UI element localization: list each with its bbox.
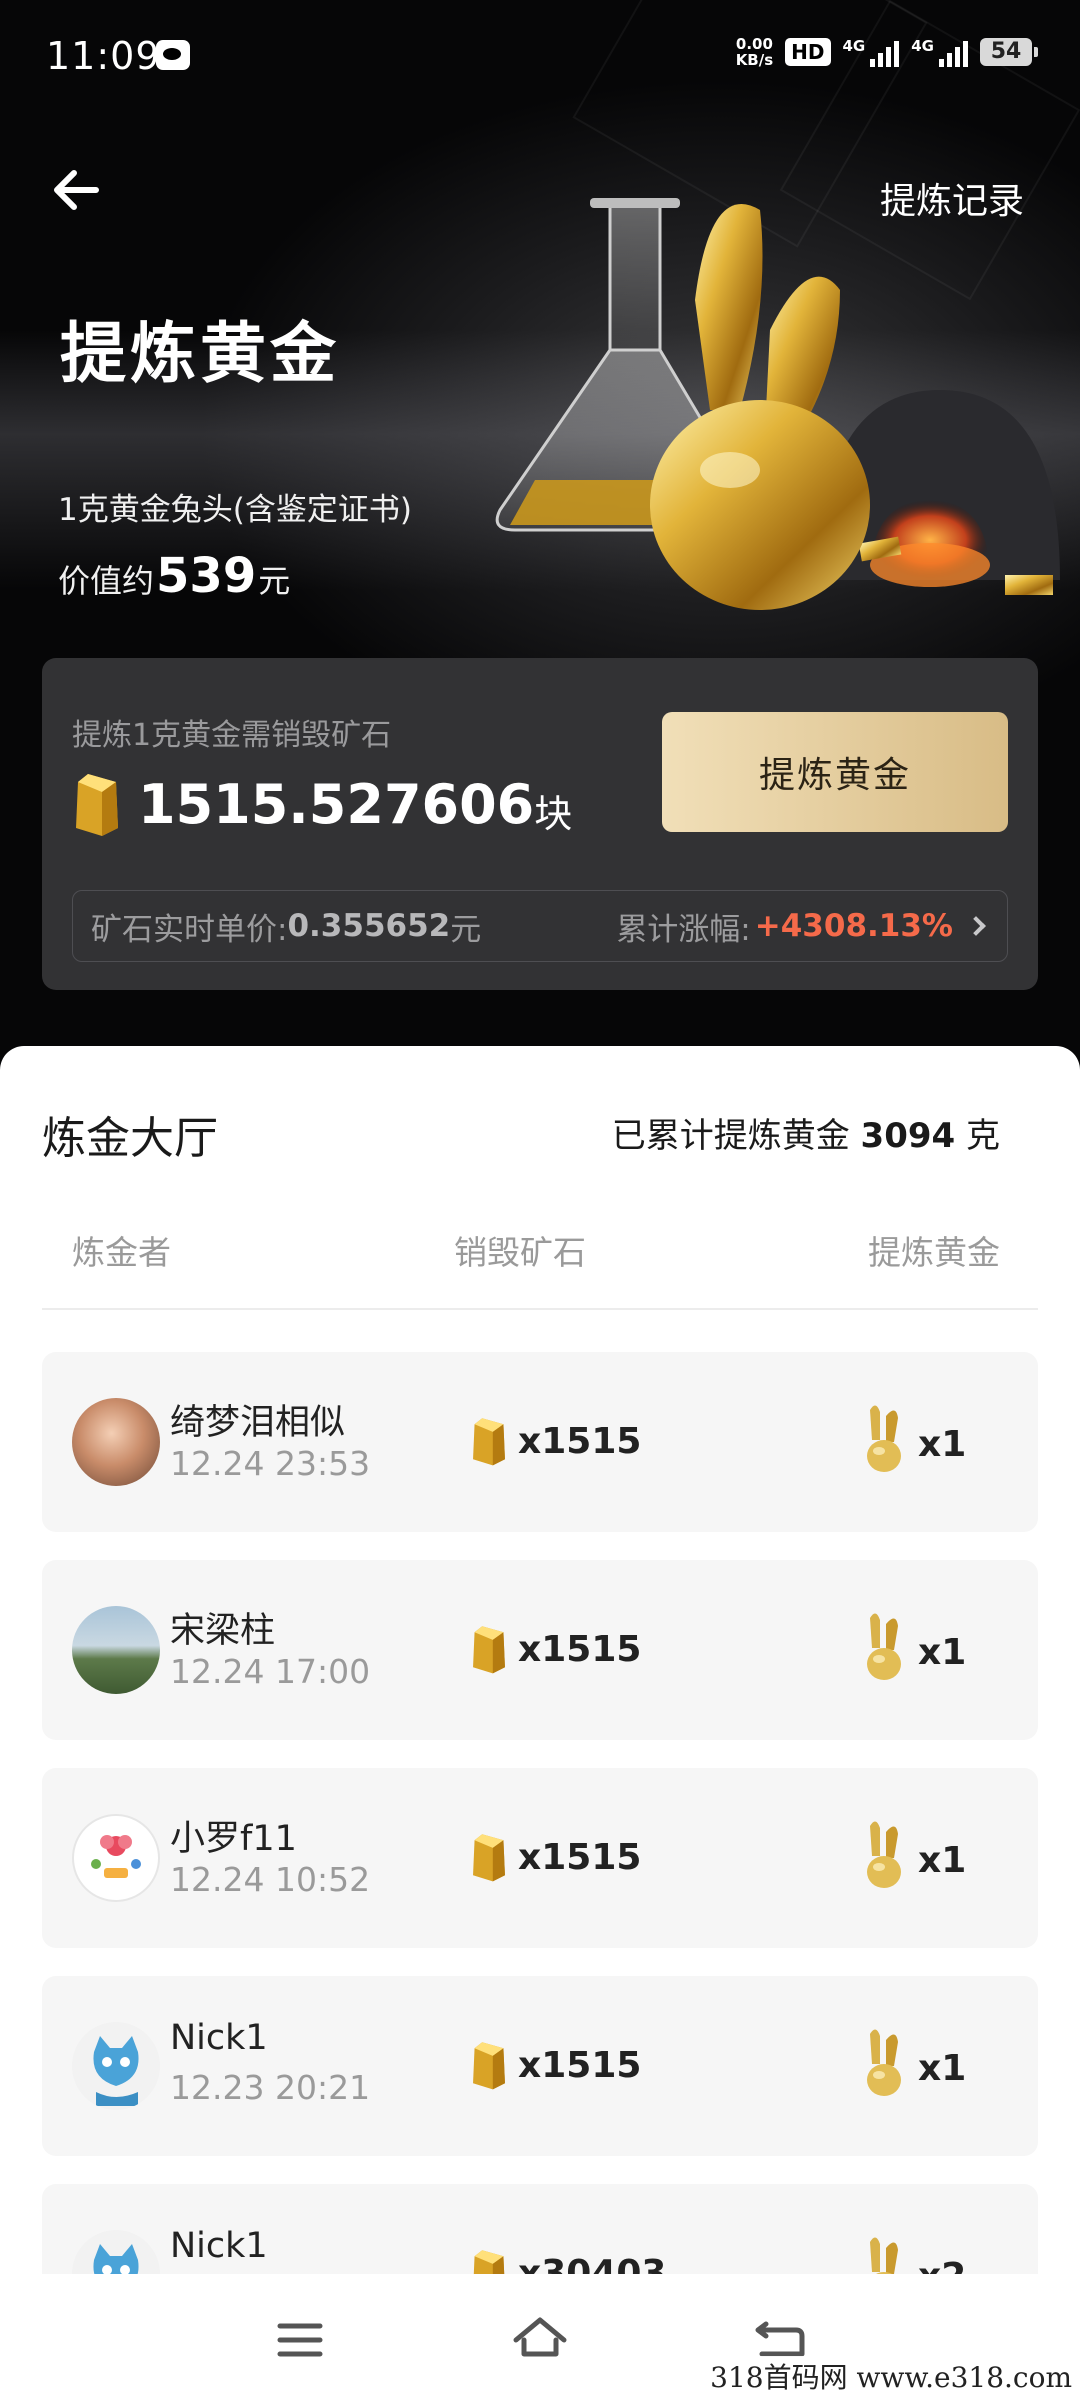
refine-time: 12.24 23:53 (170, 1444, 371, 1483)
system-nav-bar: 318首码网 www.e318.com (0, 2274, 1080, 2400)
ore-count: x1515 (518, 1836, 642, 1878)
refine-time: 12.24 10:52 (170, 1860, 371, 1899)
ore-count: x1515 (518, 1420, 642, 1462)
hero-banner: 11:09 0.00 KB/s HD 4G 4G 54 提炼记录 提炼黄金 1克… (0, 0, 1080, 1080)
status-time: 11:09 (46, 34, 161, 78)
gold-rabbit-icon (867, 1821, 901, 1888)
watermark: 318首码网 www.e318.com (710, 2356, 1072, 2396)
status-right: 0.00 KB/s HD 4G 4G 54 (736, 36, 1038, 68)
refiner-name: Nick1 (170, 2226, 268, 2266)
ore-cell: x1515 (470, 2038, 641, 2092)
value-prefix: 价值约 (58, 562, 155, 600)
table-row[interactable]: Nick1 12.23 20:21 x1515 x1 (42, 1976, 1038, 2156)
avatar (72, 2022, 160, 2110)
notification-icon (156, 40, 190, 70)
gain-label: 累计涨幅: (616, 911, 751, 948)
ore-amount: 1515.527606 (138, 772, 535, 836)
ore-cell: x1515 (470, 1622, 641, 1676)
signal-icon: 4G (911, 37, 968, 67)
refine-card: 提炼1克黄金需销毁矿石 1515.527606 块 提炼黄金 矿石实时单价: 0… (42, 658, 1038, 990)
table-row[interactable]: 小罗f11 12.24 10:52 x1515 x1 (42, 1768, 1038, 1948)
total-prefix: 已累计提炼黄金 (611, 1116, 850, 1156)
nav-home-button[interactable] (510, 2310, 570, 2370)
signal-icon: 4G (843, 37, 900, 67)
table-row[interactable]: 宋梁柱 12.24 17:00 x1515 x1 (42, 1560, 1038, 1740)
total-unit: 克 (966, 1116, 1000, 1156)
avatar (72, 1398, 160, 1486)
hd-badge: HD (785, 38, 831, 66)
total-value: 3094 (860, 1116, 956, 1156)
gain-value: +4308.13% (754, 908, 953, 944)
product-name: 1克黄金兔头(含鉴定证书) (58, 492, 412, 528)
requirement-label: 提炼1克黄金需销毁矿石 (72, 718, 392, 753)
ore-crystal-icon (76, 774, 118, 836)
gold-cell: x1 (862, 1402, 966, 1474)
ore-unit: 块 (534, 791, 573, 836)
battery-icon: 54 (980, 38, 1038, 66)
ore-crystal-icon (473, 1418, 505, 1466)
arrow-left-icon (54, 170, 99, 210)
back-button[interactable] (48, 160, 108, 220)
price-bar[interactable]: 矿石实时单价: 0.355652 元 累计涨幅: +4308.13% (72, 890, 1008, 962)
gold-count: x1 (918, 2047, 967, 2089)
refine-time: 12.24 17:00 (170, 1652, 371, 1691)
menu-icon (277, 2323, 323, 2357)
refiner-name: 绮梦泪相似 (170, 1403, 346, 1443)
home-icon (513, 2317, 567, 2357)
chevron-right-icon (966, 916, 986, 936)
net-speed: 0.00 KB/s (736, 36, 773, 68)
column-header-refiner: 炼金者 (72, 1233, 171, 1272)
refine-gold-button[interactable]: 提炼黄金 (662, 712, 1008, 832)
net-speed-unit: KB/s (735, 51, 774, 69)
price-label: 矿石实时单价: (91, 911, 288, 948)
page-title: 提炼黄金 (60, 315, 340, 392)
net-speed-value: 0.00 (735, 35, 773, 53)
flower-avatar-icon (91, 1835, 141, 1878)
value-unit: 元 (258, 562, 291, 600)
alchemy-hall: 炼金大厅 已累计提炼黄金 3094 克 炼金者 销毁矿石 提炼黄金 绮梦泪相似 … (0, 1046, 1080, 2400)
ore-crystal-icon (473, 1626, 505, 1674)
gold-rabbit-icon (867, 1405, 901, 1472)
avatar (72, 1606, 160, 1694)
column-header-ore: 销毁矿石 (454, 1233, 586, 1272)
product-value: 价值约 539 元 (58, 548, 290, 604)
ore-cell: x1515 (470, 1830, 641, 1884)
refiner-name: 宋梁柱 (170, 1611, 276, 1651)
nav-menu-button[interactable] (270, 2310, 330, 2370)
price-value: 0.355652 (287, 908, 451, 944)
gold-cell: x1 (862, 1818, 966, 1890)
gold-count: x1 (918, 1631, 967, 1673)
gold-cell: x1 (862, 2026, 966, 2098)
table-row[interactable]: 绮梦泪相似 12.24 23:53 x1515 x1 (42, 1352, 1038, 1532)
gold-rabbit-icon (867, 2029, 901, 2096)
cat-avatar-icon (93, 2036, 139, 2106)
column-header-gold: 提炼黄金 (868, 1233, 1000, 1272)
ore-cell: x1515 (470, 1414, 641, 1468)
refine-time: 12.23 20:21 (170, 2068, 371, 2107)
status-bar: 11:09 0.00 KB/s HD 4G 4G 54 (0, 0, 1080, 120)
gold-count: x1 (918, 1423, 967, 1465)
gold-rabbit-icon (867, 1613, 901, 1680)
hall-total: 已累计提炼黄金 3094 克 (612, 1108, 1000, 1157)
ore-requirement: 1515.527606 块 (72, 770, 572, 838)
avatar (72, 1814, 160, 1902)
refiner-name: 小罗f11 (170, 1819, 297, 1859)
ore-count: x1515 (518, 2044, 642, 2086)
gold-cell: x1 (862, 1610, 966, 1682)
value-number: 539 (156, 548, 257, 604)
gain-group: 累计涨幅: +4308.13% (616, 904, 989, 949)
signal-label: 4G (842, 37, 866, 55)
price-unit: 元 (450, 911, 482, 948)
refiner-name: Nick1 (170, 2018, 268, 2058)
header-divider (42, 1308, 1038, 1310)
signal-label: 4G (911, 37, 934, 55)
hall-title: 炼金大厅 (42, 1113, 218, 1164)
ore-crystal-icon (473, 1834, 505, 1882)
ore-count: x1515 (518, 1628, 642, 1670)
gold-rabbit-illustration (495, 198, 1060, 610)
ore-crystal-icon (473, 2042, 505, 2090)
gold-count: x1 (918, 1839, 967, 1881)
